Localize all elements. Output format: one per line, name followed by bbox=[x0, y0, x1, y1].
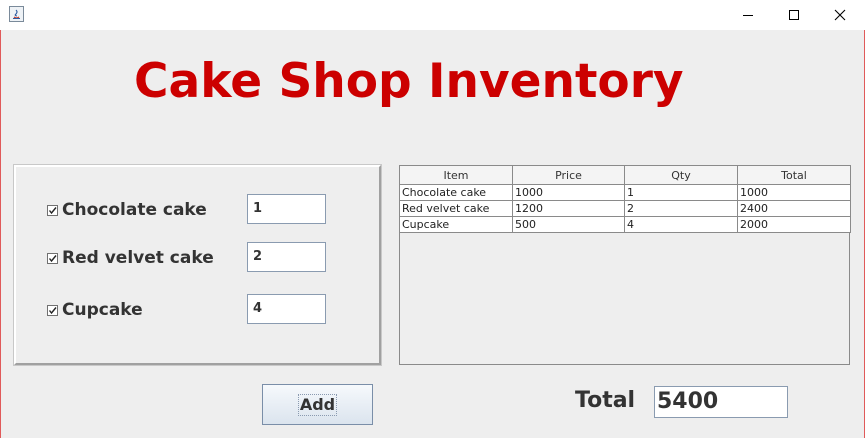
table-cell[interactable]: 1 bbox=[624, 184, 738, 201]
table-cell[interactable]: Chocolate cake bbox=[399, 184, 513, 201]
item-row-red-velvet-cake[interactable]: Red velvet cake bbox=[47, 247, 214, 269]
total-label: Total bbox=[575, 388, 636, 413]
table-cell[interactable]: 1000 bbox=[737, 184, 851, 201]
table-cell[interactable]: Cupcake bbox=[399, 216, 513, 233]
table-cell[interactable]: 1200 bbox=[512, 200, 625, 217]
item-row-cupcake[interactable]: Cupcake bbox=[47, 299, 143, 321]
column-header-qty[interactable]: Qty bbox=[624, 165, 738, 185]
close-button[interactable] bbox=[817, 0, 863, 30]
table-cell[interactable]: 2 bbox=[624, 200, 738, 217]
table-cell[interactable]: Red velvet cake bbox=[399, 200, 513, 217]
red-velvet-cake-checkbox[interactable] bbox=[47, 252, 58, 264]
table-cell[interactable]: 2400 bbox=[737, 200, 851, 217]
total-value-field[interactable]: 5400 bbox=[654, 386, 788, 418]
red-velvet-cake-label: Red velvet cake bbox=[62, 248, 214, 268]
red-velvet-cake-qty-input[interactable]: 2 bbox=[247, 242, 326, 272]
chocolate-cake-qty-input[interactable]: 1 bbox=[247, 194, 326, 224]
chocolate-cake-checkbox[interactable] bbox=[47, 204, 58, 216]
add-button-label: Add bbox=[297, 394, 338, 416]
table-cell[interactable]: 500 bbox=[512, 216, 625, 233]
cupcake-qty-input[interactable]: 4 bbox=[247, 294, 326, 324]
table-cell[interactable]: 1000 bbox=[512, 184, 625, 201]
window-titlebar bbox=[0, 0, 865, 30]
minimize-icon bbox=[743, 15, 753, 16]
column-header-price[interactable]: Price bbox=[512, 165, 625, 185]
maximize-icon bbox=[789, 10, 799, 20]
page-title: Cake Shop Inventory bbox=[134, 54, 684, 109]
check-icon bbox=[48, 254, 57, 262]
column-header-item[interactable]: Item bbox=[399, 165, 513, 185]
item-row-chocolate-cake[interactable]: Chocolate cake bbox=[47, 199, 207, 221]
maximize-button[interactable] bbox=[771, 0, 817, 30]
java-app-icon bbox=[9, 6, 24, 22]
table-cell[interactable]: 2000 bbox=[737, 216, 851, 233]
cupcake-checkbox[interactable] bbox=[47, 304, 58, 316]
table-row[interactable]: Cupcake 500 4 2000 bbox=[399, 216, 851, 233]
column-header-total[interactable]: Total bbox=[737, 165, 851, 185]
table-header-row: Item Price Qty Total bbox=[399, 165, 851, 185]
table-row[interactable]: Chocolate cake 1000 1 1000 bbox=[399, 184, 851, 201]
main-content-pane: Cake Shop Inventory Chocolate cake 1 Red… bbox=[0, 30, 865, 438]
check-icon bbox=[48, 306, 57, 314]
table-cell[interactable]: 4 bbox=[624, 216, 738, 233]
order-table[interactable]: Item Price Qty Total Chocolate cake 1000… bbox=[399, 165, 851, 365]
add-button[interactable]: Add bbox=[262, 384, 373, 425]
close-icon bbox=[834, 9, 846, 21]
cupcake-label: Cupcake bbox=[62, 300, 143, 320]
minimize-button[interactable] bbox=[725, 0, 771, 30]
table-row[interactable]: Red velvet cake 1200 2 2400 bbox=[399, 200, 851, 217]
check-icon bbox=[48, 206, 57, 214]
chocolate-cake-label: Chocolate cake bbox=[62, 200, 207, 220]
